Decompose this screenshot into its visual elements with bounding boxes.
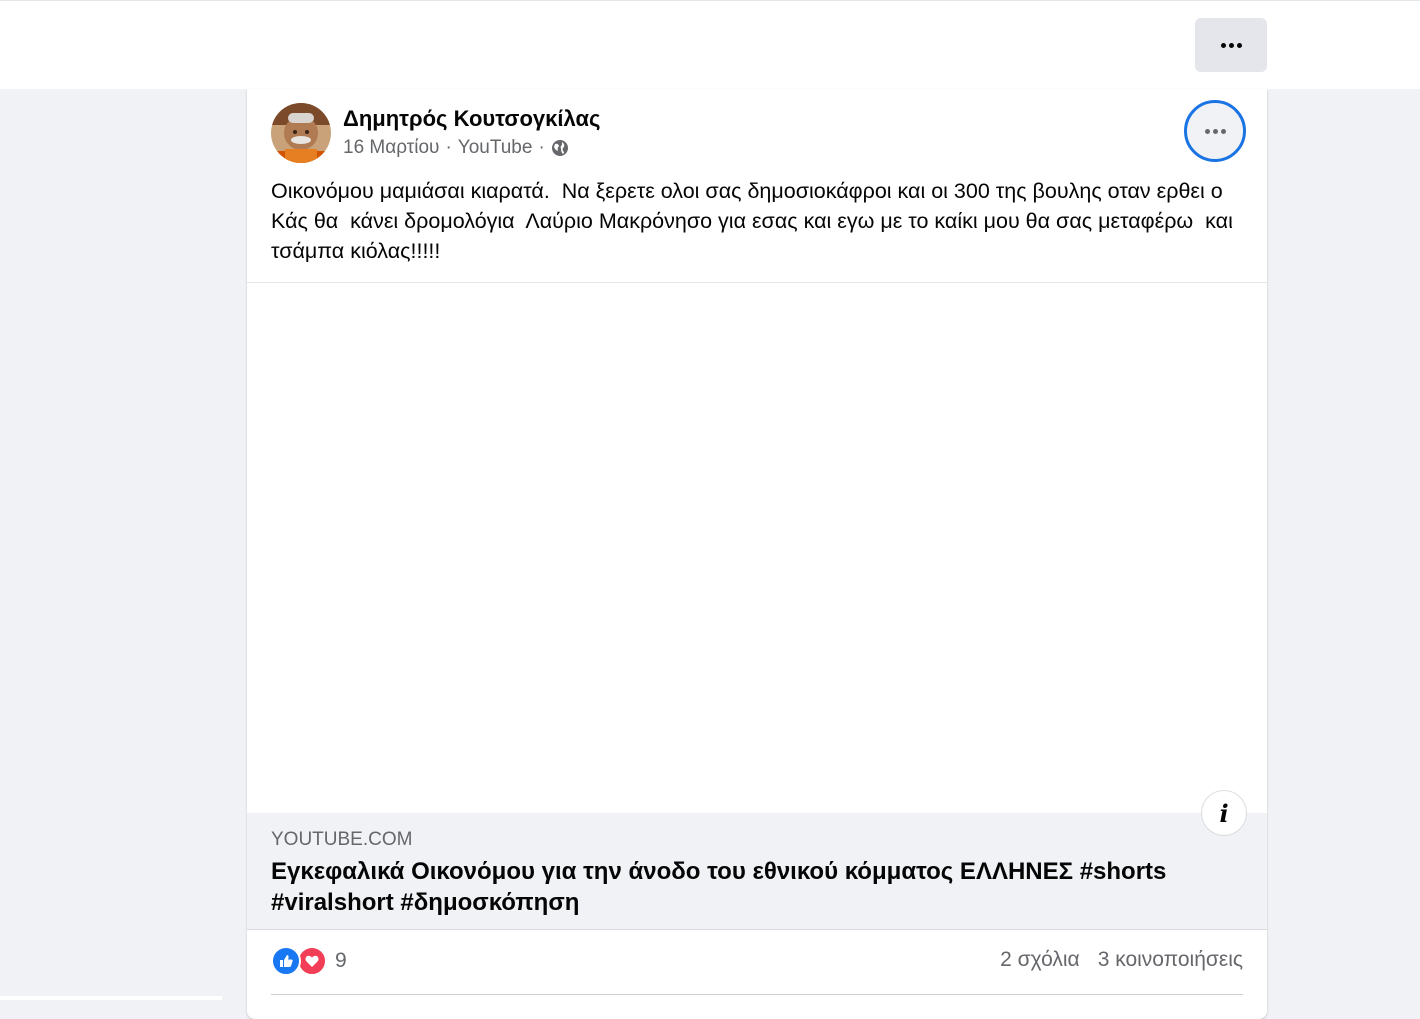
like-icon xyxy=(271,946,301,976)
more-horizontal-icon xyxy=(1220,42,1242,48)
post-card: Δημητρός Κουτσογκίλας 16 Μαρτίου · YouTu… xyxy=(247,89,1267,1019)
info-icon[interactable]: i xyxy=(1202,791,1246,835)
engagement-counts: 2 σχόλια 3 κοινοποιήσεις xyxy=(1000,948,1243,972)
reaction-count: 9 xyxy=(335,949,347,972)
more-horizontal-icon xyxy=(1204,128,1226,134)
top-more-button[interactable] xyxy=(1195,18,1267,72)
left-sidebar-edge xyxy=(0,996,222,1000)
meta-separator: · xyxy=(538,137,545,158)
link-title[interactable]: Εγκεφαλικά Οικονόμου για την άνοδο του ε… xyxy=(271,856,1231,918)
author-name[interactable]: Δημητρός Κουτσογκίλας xyxy=(343,106,600,132)
post-text: Οικονόμου μαμιάσαι κιαρατά. Να ξερετε ολ… xyxy=(271,179,1239,263)
video-embed[interactable] xyxy=(247,282,1267,813)
author-avatar[interactable] xyxy=(271,103,331,163)
meta-separator: · xyxy=(445,137,452,158)
post-meta: 16 Μαρτίου · YouTube · xyxy=(343,137,569,159)
globe-icon[interactable] xyxy=(551,139,569,157)
actions-divider xyxy=(271,994,1243,995)
post-date[interactable]: 16 Μαρτίου xyxy=(343,137,439,159)
post-options-button[interactable] xyxy=(1184,100,1246,162)
link-domain: YOUTUBE.COM xyxy=(271,829,413,850)
link-preview[interactable]: YOUTUBE.COM Εγκεφαλικά Οικονόμου για την… xyxy=(247,813,1267,930)
post-source: YouTube xyxy=(457,137,533,158)
reactions-summary[interactable]: 9 xyxy=(271,946,347,976)
love-icon xyxy=(297,946,327,976)
comments-count[interactable]: 2 σχόλια xyxy=(1000,948,1080,972)
top-bar xyxy=(0,0,1420,89)
shares-count[interactable]: 3 κοινοποιήσεις xyxy=(1098,948,1243,972)
post-stats: 9 2 σχόλια 3 κοινοποιήσεις xyxy=(271,946,1243,980)
